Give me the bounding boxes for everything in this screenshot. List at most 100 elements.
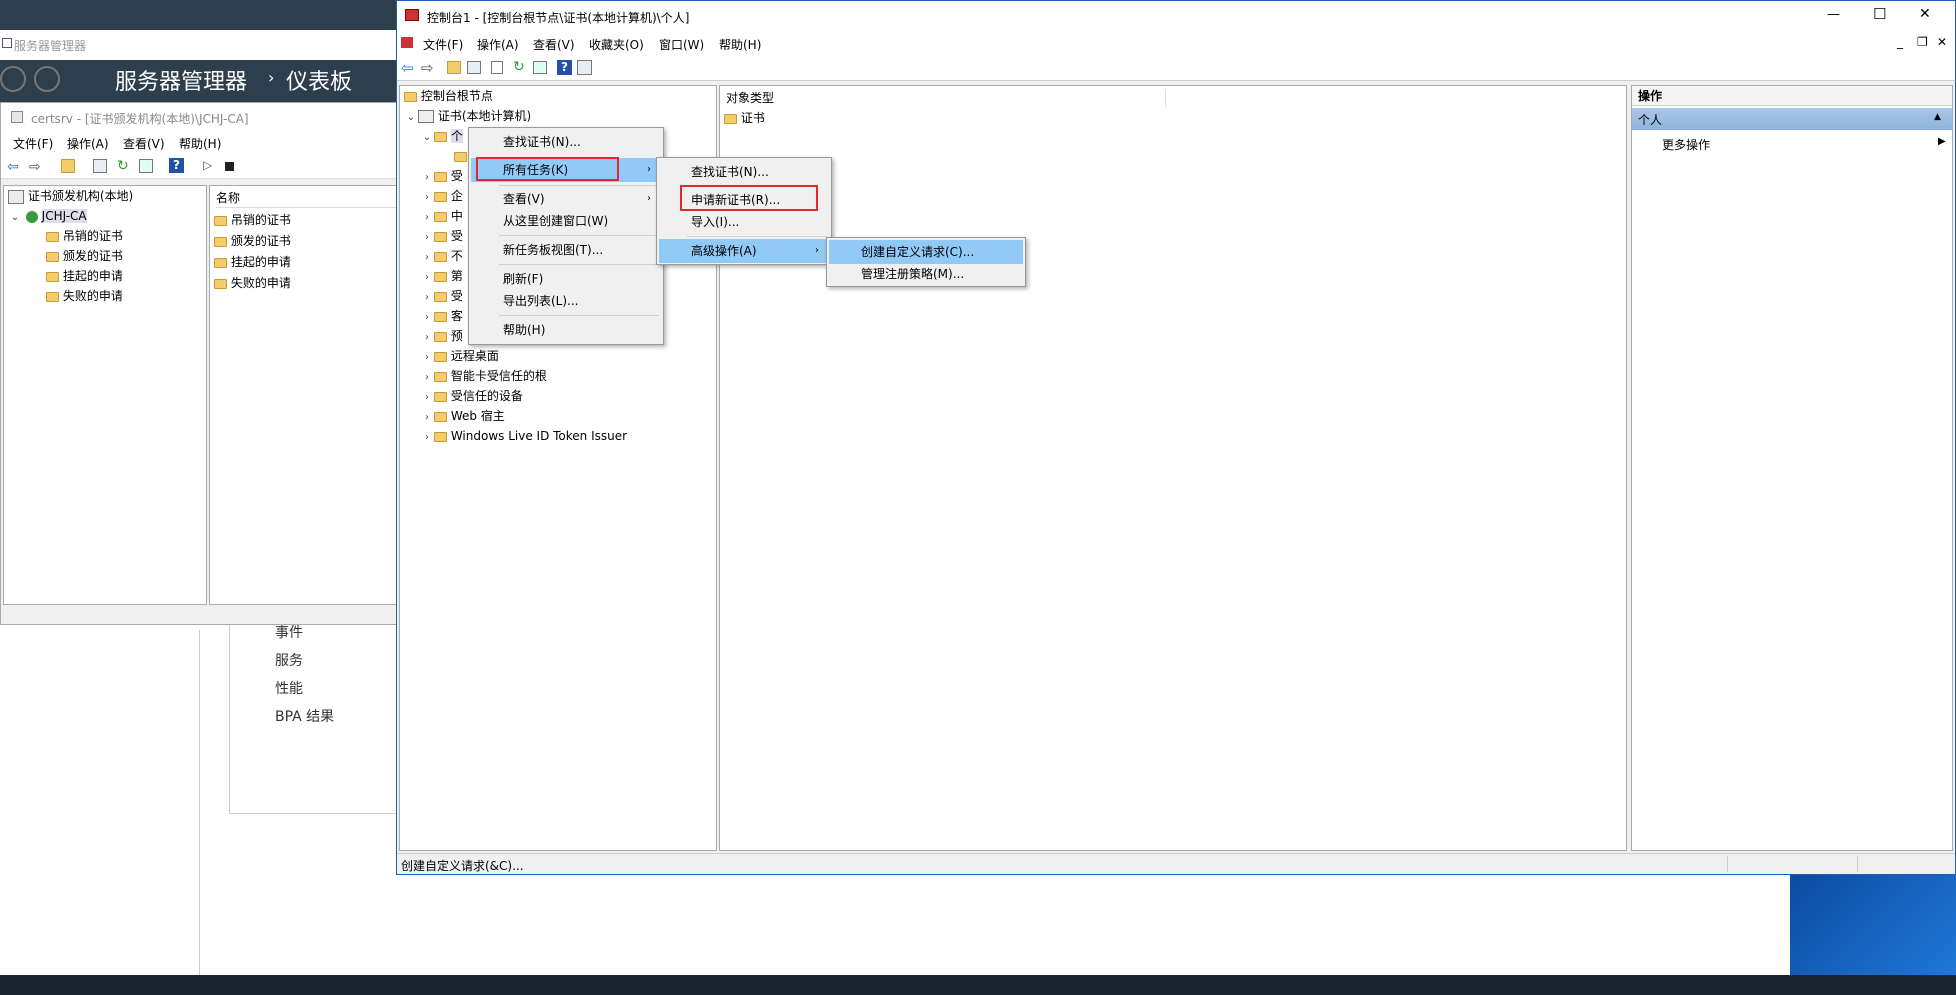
tree-item-issued[interactable]: 颁发的证书 <box>46 246 123 266</box>
tile-item[interactable]: BPA 结果 <box>275 706 334 726</box>
expand-chevron-icon[interactable]: ⌄ <box>420 128 434 148</box>
list-header-name[interactable]: 名称 <box>216 188 402 208</box>
tree-item-pending[interactable]: 挂起的申请 <box>46 266 123 286</box>
expand-chevron-icon[interactable]: ⌄ <box>404 108 418 128</box>
forward-icon[interactable]: ⇨ <box>421 59 434 77</box>
up-folder-icon[interactable] <box>447 61 461 74</box>
tree-store[interactable]: › 第 <box>420 266 463 286</box>
menu-action[interactable]: 操作(A) <box>477 36 519 53</box>
tree-store[interactable]: › 中 <box>420 206 463 226</box>
inner-restore-button[interactable]: ❐ <box>1917 35 1928 49</box>
close-button[interactable]: ✕ <box>1919 6 1931 22</box>
expand-chevron-icon[interactable]: › <box>420 208 434 228</box>
menu-window[interactable]: 窗口(W) <box>659 36 704 53</box>
ctx-find-certificates[interactable]: 查找证书(N)... <box>471 130 661 154</box>
tile-item[interactable]: 性能 <box>275 678 303 698</box>
ctx-view[interactable]: 查看(V) › <box>471 187 661 211</box>
tree-personal[interactable]: ⌄ 个 <box>420 126 463 146</box>
back-icon[interactable]: ⇦ <box>7 159 19 175</box>
expand-chevron-icon[interactable]: › <box>420 368 434 388</box>
expand-chevron-icon[interactable]: › <box>420 168 434 188</box>
collapse-arrow-icon[interactable]: ▲ <box>1934 112 1941 122</box>
expand-chevron-icon[interactable]: ⌄ <box>8 208 22 228</box>
tree-store-remote-desktop[interactable]: › 远程桌面 <box>420 346 499 366</box>
forward-icon[interactable] <box>34 66 60 92</box>
menu-file[interactable]: 文件(F) <box>423 36 463 53</box>
stop-service-icon[interactable] <box>225 162 234 171</box>
sub-import[interactable]: 导入(I)... <box>659 210 829 234</box>
menu-file[interactable]: 文件(F) <box>13 135 53 152</box>
maximize-button[interactable]: ☐ <box>1873 5 1886 23</box>
sub-advanced-operations[interactable]: 高级操作(A) › <box>659 239 829 263</box>
ctx-refresh[interactable]: 刷新(F) <box>471 267 661 291</box>
tree-store-windows-live[interactable]: › Windows Live ID Token Issuer <box>420 426 627 446</box>
inner-close-button[interactable]: ✕ <box>1937 35 1947 49</box>
expand-chevron-icon[interactable]: › <box>420 408 434 428</box>
tile-item[interactable]: 事件 <box>275 622 303 642</box>
tree-store[interactable]: › 企 <box>420 186 463 206</box>
expand-chevron-icon[interactable]: › <box>420 428 434 448</box>
back-icon[interactable]: ⇦ <box>401 59 414 77</box>
menu-favorites[interactable]: 收藏夹(O) <box>589 36 644 53</box>
tree-store[interactable]: › 不 <box>420 246 463 266</box>
tree-personal-child[interactable] <box>454 146 467 166</box>
list-header-object-type[interactable]: 对象类型 <box>726 89 1166 107</box>
refresh-icon[interactable]: ↻ <box>117 158 129 174</box>
show-action-pane-icon[interactable] <box>577 60 592 75</box>
expand-chevron-icon[interactable]: › <box>420 248 434 268</box>
back-icon[interactable] <box>0 66 26 92</box>
tree-root[interactable]: 证书颁发机构(本地) <box>8 186 133 206</box>
expand-chevron-icon[interactable]: › <box>420 328 434 348</box>
adv-manage-enrollment-policies[interactable]: 管理注册策略(M)... <box>829 262 1023 286</box>
up-folder-icon[interactable] <box>61 159 75 173</box>
tree-store-web-hosting[interactable]: › Web 宿主 <box>420 406 505 426</box>
expand-chevron-icon[interactable]: › <box>420 388 434 408</box>
minimize-button[interactable]: — <box>1827 7 1840 22</box>
tree-store[interactable]: › 预 <box>420 326 463 346</box>
tree-console-root[interactable]: 控制台根节点 <box>404 86 493 106</box>
menu-view[interactable]: 查看(V) <box>123 135 165 152</box>
help-icon[interactable]: ? <box>169 158 184 173</box>
inner-minimize-button[interactable]: _ <box>1897 35 1903 49</box>
show-hide-tree-icon[interactable] <box>467 61 481 74</box>
tree-store[interactable]: › 客 <box>420 306 463 326</box>
list-item[interactable]: 失败的申请 <box>214 273 291 293</box>
sub-find-certificates[interactable]: 查找证书(N)... <box>659 160 829 184</box>
refresh-icon[interactable]: ↻ <box>513 59 525 75</box>
show-hide-tree-icon[interactable] <box>93 159 107 173</box>
tree-store[interactable]: › 受 <box>420 226 463 246</box>
list-item[interactable]: 颁发的证书 <box>214 231 291 251</box>
forward-icon[interactable]: ⇨ <box>29 159 41 175</box>
expand-chevron-icon[interactable]: › <box>420 268 434 288</box>
menu-help[interactable]: 帮助(H) <box>719 36 761 53</box>
start-service-icon[interactable]: ▷ <box>203 158 212 172</box>
menu-view[interactable]: 查看(V) <box>533 36 575 53</box>
expand-chevron-icon[interactable]: › <box>420 308 434 328</box>
tree-item-failed[interactable]: 失败的申请 <box>46 286 123 306</box>
tree-store[interactable]: › 受 <box>420 166 463 186</box>
list-item[interactable]: 挂起的申请 <box>214 252 291 272</box>
tree-ca[interactable]: ⌄ JCHJ-CA <box>8 206 87 226</box>
expand-chevron-icon[interactable]: › <box>420 228 434 248</box>
ctx-export-list[interactable]: 导出列表(L)... <box>471 289 661 313</box>
ctx-new-window[interactable]: 从这里创建窗口(W) <box>471 209 661 233</box>
tree-store-smartcard-root[interactable]: › 智能卡受信任的根 <box>420 366 547 386</box>
tree-certificates[interactable]: ⌄ 证书(本地计算机) <box>404 106 531 126</box>
list-item[interactable]: 吊销的证书 <box>214 210 291 230</box>
tree-store[interactable]: › 受 <box>420 286 463 306</box>
ctx-new-taskpad[interactable]: 新任务板视图(T)... <box>471 238 661 262</box>
expand-chevron-icon[interactable]: › <box>420 288 434 308</box>
tree-item-revoked[interactable]: 吊销的证书 <box>46 226 123 246</box>
export-icon[interactable] <box>139 159 153 173</box>
ctx-help[interactable]: 帮助(H) <box>471 318 661 342</box>
list-item-certificates[interactable]: 证书 <box>724 108 765 128</box>
properties-icon[interactable] <box>491 61 503 74</box>
tile-item[interactable]: 服务 <box>275 650 303 670</box>
action-section-personal[interactable]: 个人 ▲ <box>1632 108 1952 130</box>
export-list-icon[interactable] <box>533 61 547 74</box>
expand-chevron-icon[interactable]: › <box>420 188 434 208</box>
help-icon[interactable]: ? <box>557 60 572 75</box>
expand-chevron-icon[interactable]: › <box>420 348 434 368</box>
adv-create-custom-request[interactable]: 创建自定义请求(C)... <box>829 240 1023 264</box>
tree-store-trusted-devices[interactable]: › 受信任的设备 <box>420 386 523 406</box>
